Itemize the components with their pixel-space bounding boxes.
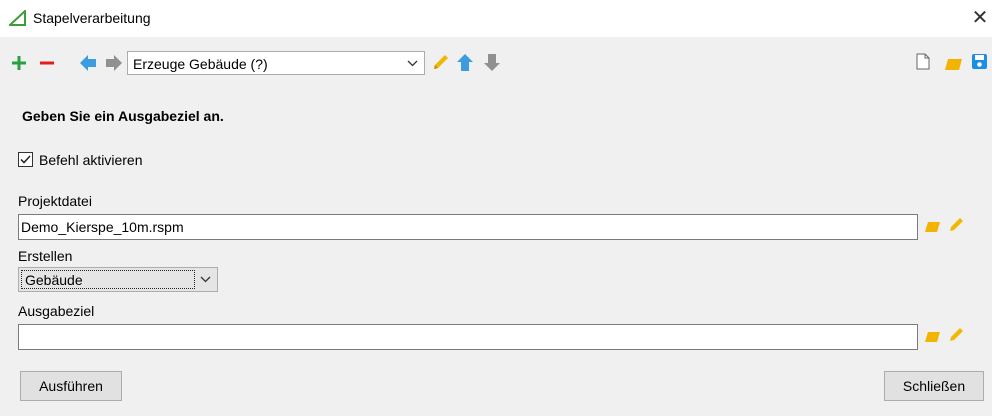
folder-open-icon[interactable] xyxy=(924,331,941,343)
command-select-value: Erzeuge Gebäude (?) xyxy=(133,56,268,72)
create-select[interactable]: Gebäude xyxy=(18,267,218,292)
run-button[interactable]: Ausführen xyxy=(20,371,122,401)
instruction-heading: Geben Sie ein Ausgabeziel an. xyxy=(22,108,224,124)
arrow-right-icon[interactable] xyxy=(105,54,123,72)
pencil-icon[interactable] xyxy=(432,53,450,71)
folder-open-icon[interactable] xyxy=(924,221,941,233)
folder-open-icon[interactable] xyxy=(944,57,963,71)
save-icon[interactable] xyxy=(971,53,988,70)
close-button[interactable]: Schließen xyxy=(884,371,984,401)
output-target-label: Ausgabeziel xyxy=(18,303,95,319)
chevron-down-icon xyxy=(200,276,211,283)
remove-icon[interactable] xyxy=(39,55,55,71)
command-select[interactable]: Erzeuge Gebäude (?) xyxy=(127,51,425,75)
arrow-left-icon[interactable] xyxy=(79,54,97,72)
chevron-down-icon xyxy=(407,60,418,67)
window-title: Stapelverarbeitung xyxy=(33,10,151,26)
app-logo-icon xyxy=(9,10,27,26)
arrow-up-icon[interactable] xyxy=(456,53,474,72)
activate-command-label: Befehl aktivieren xyxy=(39,152,143,168)
output-target-input[interactable] xyxy=(18,324,918,350)
new-file-icon[interactable] xyxy=(916,53,930,70)
pencil-icon[interactable] xyxy=(949,217,964,232)
project-file-label: Projektdatei xyxy=(18,193,92,209)
project-file-input[interactable] xyxy=(18,214,918,240)
create-label: Erstellen xyxy=(18,248,73,264)
pencil-icon[interactable] xyxy=(949,327,964,342)
close-window-button[interactable]: ✕ xyxy=(968,6,992,30)
arrow-down-icon[interactable] xyxy=(483,53,501,72)
create-select-focus: Gebäude xyxy=(21,270,195,289)
add-icon[interactable] xyxy=(11,55,27,71)
activate-command-checkbox[interactable] xyxy=(18,152,33,167)
create-select-value: Gebäude xyxy=(25,272,83,288)
